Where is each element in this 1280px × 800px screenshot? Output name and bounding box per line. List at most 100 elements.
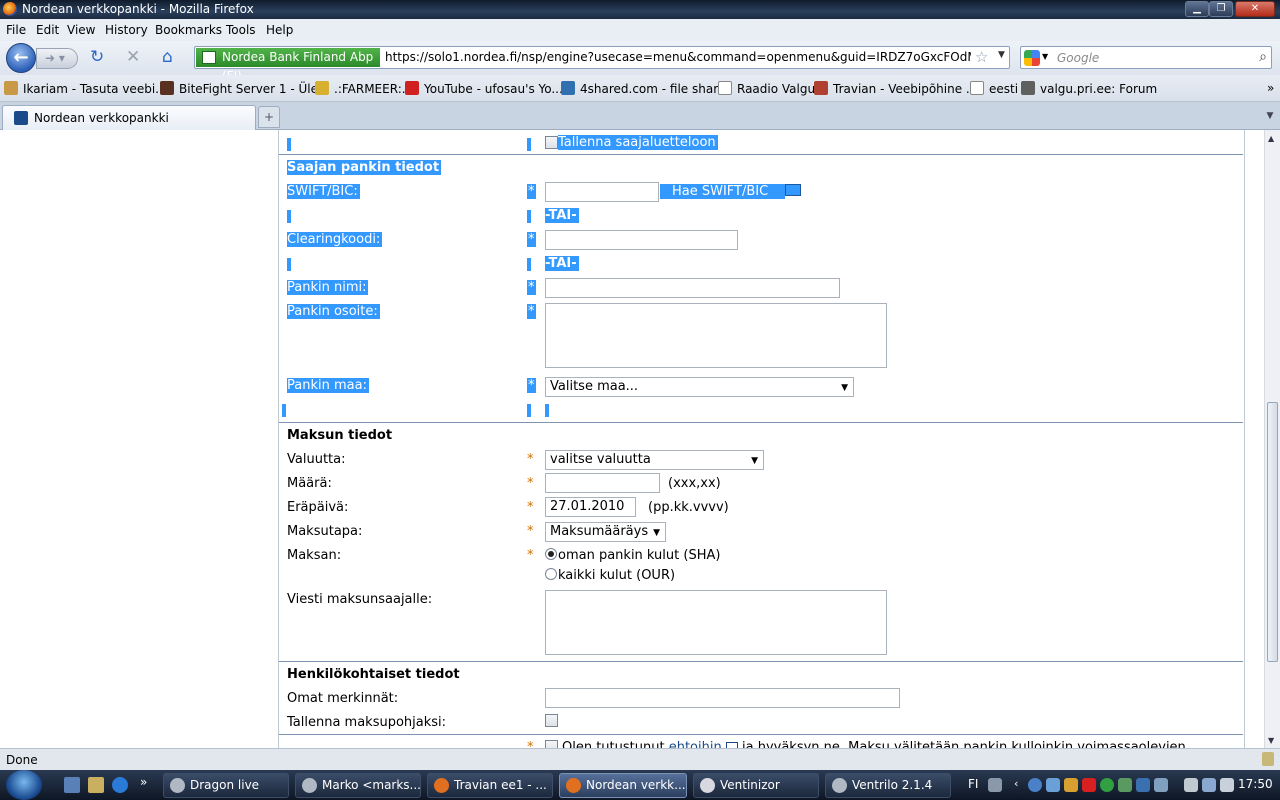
search-bar[interactable]: ▼ Google ⌕ [1020, 46, 1272, 69]
site-favicon-icon [202, 51, 216, 64]
back-button[interactable]: ← [6, 43, 36, 73]
scroll-up-icon[interactable]: ▲ [1268, 134, 1274, 143]
bookmarks-toolbar: Ikariam - Tasuta veebi... BiteFight Serv… [0, 75, 1280, 102]
bank-name-input[interactable] [545, 278, 840, 298]
tray-expand-icon[interactable]: ‹ [1014, 777, 1028, 791]
bank-country-select[interactable]: Valitse maa... ▼ [545, 377, 854, 397]
amount-input[interactable] [545, 473, 660, 493]
vertical-scrollbar[interactable]: ▲ ▼ [1264, 130, 1280, 748]
bookmark-4shared[interactable]: 4shared.com - file shar... [561, 81, 729, 96]
home-icon[interactable]: ⌂ [162, 49, 173, 66]
firefox-icon [3, 2, 17, 16]
search-engine-dropdown-icon[interactable]: ▼ [1042, 52, 1048, 61]
lock-icon[interactable] [1262, 752, 1274, 766]
bookmark-valgu-forum[interactable]: valgu.pri.ee: Forum [1021, 81, 1157, 96]
google-icon[interactable] [1024, 50, 1040, 66]
payer-sha-radio[interactable] [545, 548, 557, 560]
new-tab-button[interactable]: + [258, 106, 280, 128]
scroll-thumb[interactable] [1267, 402, 1278, 662]
menu-bookmarks[interactable]: Bookmarks [155, 23, 222, 37]
maximize-button[interactable]: ❐ [1209, 1, 1233, 17]
power-icon[interactable] [1184, 778, 1198, 792]
currency-label: Valuutta: [287, 452, 346, 467]
task-ventrilo[interactable]: Ventrilo 2.1.4 [825, 773, 951, 798]
tray-app-icon[interactable] [1100, 778, 1114, 792]
window-title: Nordean verkkopankki - Mozilla Firefox [22, 2, 254, 16]
selection-mark [282, 404, 286, 417]
menu-edit[interactable]: Edit [36, 23, 59, 37]
menu-file[interactable]: File [6, 23, 26, 37]
clock[interactable]: 17:50 [1238, 777, 1273, 791]
tab-list-icon[interactable]: ▼ [1262, 106, 1278, 128]
task-marko-mail[interactable]: Marko <marks... [295, 773, 421, 798]
site-identity-button[interactable]: Nordea Bank Finland Abp (FI) [196, 48, 380, 83]
payer-our-radio[interactable] [545, 568, 557, 580]
minimize-button[interactable]: ▁ [1185, 1, 1209, 17]
taskbar: » Dragon live Marko <marks... Travian ee… [0, 770, 1280, 800]
tab-title: Nordean verkkopankki [34, 111, 169, 125]
tray-app-icon[interactable] [1064, 778, 1078, 792]
find-swift-link[interactable]: Hae SWIFT/BIC [660, 184, 785, 199]
network-icon[interactable] [1202, 778, 1216, 792]
menu-history[interactable]: History [105, 23, 148, 37]
url-text[interactable]: https://solo1.nordea.fi/nsp/engine?useca… [385, 50, 971, 64]
menu-help[interactable]: Help [266, 23, 293, 37]
bookmark-travian[interactable]: Travian - Veebipõhine ... [814, 81, 977, 96]
due-date-input[interactable]: 27.01.2010 [545, 497, 636, 517]
bookmark-ikariam[interactable]: Ikariam - Tasuta veebi... [4, 81, 167, 96]
bookmark-raadio-valgu[interactable]: Raadio Valgu [718, 81, 815, 96]
explorer-icon[interactable] [88, 777, 104, 793]
terms-link[interactable]: ehtoihin [669, 740, 722, 748]
tray-app-icon[interactable] [1118, 778, 1132, 792]
clearing-input[interactable] [545, 230, 738, 250]
close-button[interactable]: ✕ [1235, 1, 1275, 17]
save-template-checkbox[interactable] [545, 714, 558, 727]
currency-select[interactable]: valitse valuutta ▼ [545, 450, 764, 470]
tray-app-icon[interactable] [1154, 778, 1168, 792]
bookmark-farmeer[interactable]: .:FARMEER:. [315, 81, 406, 96]
save-to-list-checkbox[interactable] [545, 136, 558, 149]
task-nordea[interactable]: Nordean verkk... [559, 773, 687, 798]
bookmarks-overflow-icon[interactable]: » [1267, 81, 1274, 95]
bank-address-textarea[interactable] [545, 303, 887, 368]
keyboard-icon[interactable] [988, 778, 1002, 792]
cube-icon [1021, 81, 1035, 95]
page-icon [970, 81, 984, 95]
volume-icon[interactable] [1220, 778, 1234, 792]
swift-input[interactable] [545, 182, 659, 202]
accept-terms-checkbox[interactable] [545, 740, 558, 748]
language-indicator[interactable]: FI [968, 777, 978, 791]
media-play-icon[interactable] [1082, 778, 1096, 792]
tray-app-icon[interactable] [1028, 778, 1042, 792]
tab-nordea[interactable]: Nordean verkkopankki [2, 105, 256, 130]
tray-app-icon[interactable] [1046, 778, 1060, 792]
bookmark-star-icon[interactable]: ☆ [975, 48, 988, 66]
quicklaunch-overflow-icon[interactable]: » [140, 775, 156, 791]
menu-view[interactable]: View [67, 23, 95, 37]
url-dropdown-icon[interactable]: ▼ [998, 50, 1005, 60]
reload-icon[interactable]: ↻ [90, 49, 104, 66]
bookmark-bitefight[interactable]: BiteFight Server 1 - Üle... [160, 81, 329, 96]
search-icon[interactable]: ⌕ [1259, 49, 1267, 65]
payment-method-select[interactable]: Maksumääräys ▼ [545, 522, 666, 542]
message-textarea[interactable] [545, 590, 887, 655]
start-button[interactable] [6, 770, 42, 800]
scroll-down-icon[interactable]: ▼ [1268, 736, 1274, 745]
task-ventinizor[interactable]: Ventinizor [693, 773, 819, 798]
url-bar[interactable]: Nordea Bank Finland Abp (FI) https://sol… [194, 46, 1010, 83]
due-date-hint: (pp.kk.vvvv) [648, 500, 729, 515]
menu-tools[interactable]: Tools [226, 23, 256, 37]
forward-button[interactable]: ➜ ▾ [36, 48, 78, 69]
notes-input[interactable] [545, 688, 900, 708]
popup-window-icon[interactable] [785, 184, 801, 196]
internet-explorer-icon[interactable] [112, 777, 128, 793]
bookmark-youtube[interactable]: YouTube - ufosau's Yo... [405, 81, 563, 96]
bookmark-eesti[interactable]: eesti [970, 81, 1018, 96]
search-placeholder[interactable]: Google [1057, 51, 1099, 65]
task-travian[interactable]: Travian ee1 - ... [427, 773, 553, 798]
tray-app-icon[interactable] [1136, 778, 1150, 792]
show-desktop-icon[interactable] [64, 777, 80, 793]
task-dragon-live[interactable]: Dragon live [163, 773, 289, 798]
required-marker: * [527, 500, 534, 515]
stop-icon[interactable]: ✕ [126, 49, 140, 66]
